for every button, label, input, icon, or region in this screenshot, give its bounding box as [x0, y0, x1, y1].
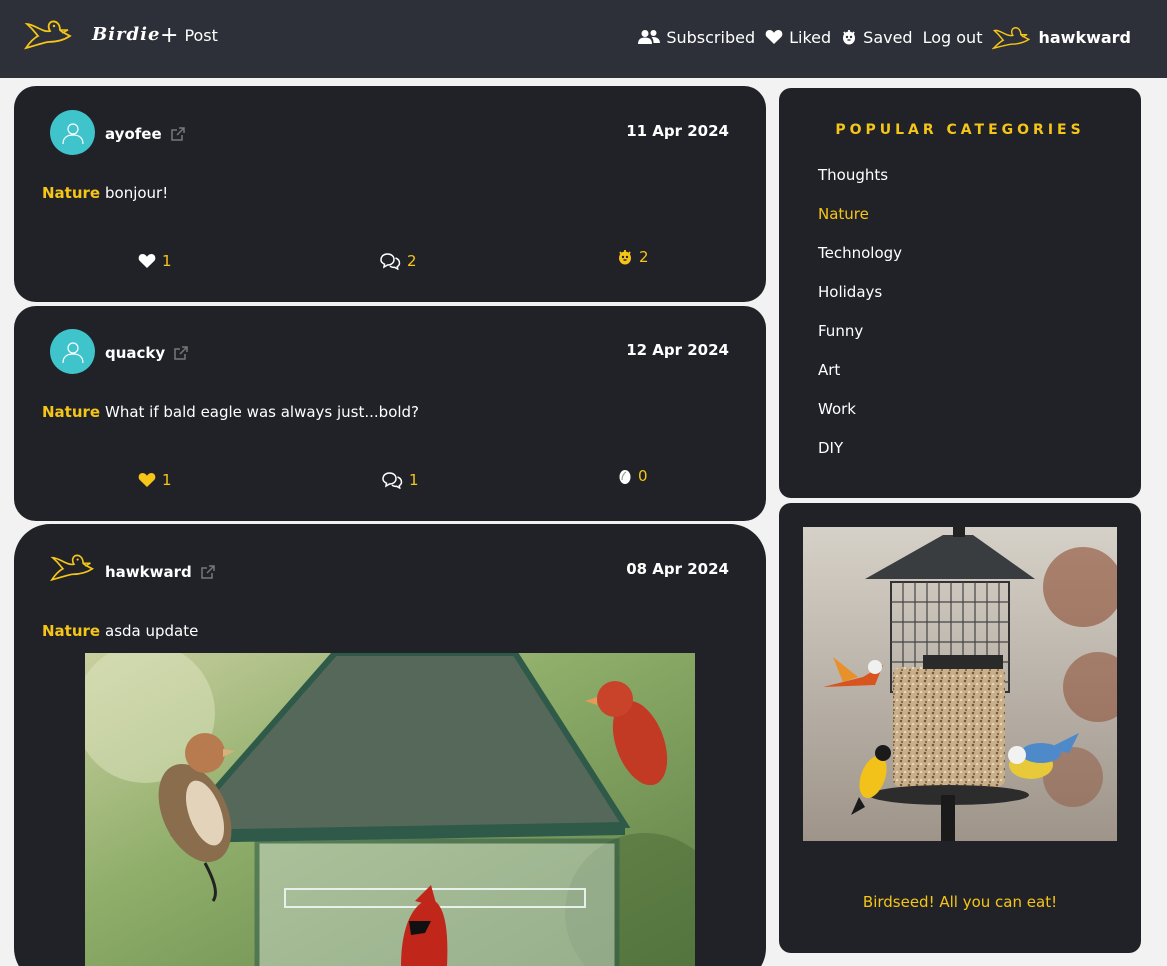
- avatar[interactable]: [50, 110, 95, 155]
- author-name: quacky: [105, 344, 166, 362]
- post-text[interactable]: asda update: [105, 622, 198, 640]
- like-count: 1: [162, 471, 172, 489]
- post-card: quacky 12 Apr 2024 Nature What if bald e…: [14, 306, 766, 521]
- logout-link[interactable]: Log out: [923, 28, 983, 47]
- post-text[interactable]: What if bald eagle was always just...bol…: [105, 403, 419, 421]
- heart-icon: [138, 254, 156, 268]
- top-navbar: Birdie + Post Subscribed Liked Saved Log…: [0, 0, 1167, 78]
- post-author[interactable]: quacky: [105, 344, 189, 362]
- external-link-icon: [174, 346, 188, 360]
- post-card: hawkward 08 Apr 2024 Nature asda update: [14, 524, 766, 966]
- comment-count: 2: [407, 252, 417, 270]
- save-button[interactable]: 0: [618, 467, 648, 485]
- category-item[interactable]: Art: [818, 359, 902, 398]
- comments-icon: [380, 253, 401, 270]
- comment-count: 1: [409, 471, 419, 489]
- post-category[interactable]: Nature: [42, 622, 100, 640]
- category-item[interactable]: Technology: [818, 242, 902, 281]
- avatar[interactable]: [50, 329, 95, 374]
- user-duck-avatar-icon: [992, 27, 1031, 50]
- save-count: 2: [639, 248, 649, 266]
- egg-icon: [619, 470, 631, 484]
- category-item[interactable]: DIY: [818, 437, 902, 476]
- current-username: hawkward: [1038, 27, 1131, 47]
- category-item[interactable]: Funny: [818, 320, 902, 359]
- users-icon: [638, 30, 661, 44]
- post-category[interactable]: Nature: [42, 403, 100, 421]
- liked-link[interactable]: Liked: [765, 28, 831, 47]
- duck-logo-icon: [24, 20, 72, 50]
- like-button[interactable]: 1: [138, 252, 172, 270]
- subscribed-link[interactable]: Subscribed: [638, 28, 755, 47]
- saved-label: Saved: [863, 27, 913, 47]
- comment-button[interactable]: 2: [379, 252, 417, 270]
- liked-label: Liked: [789, 27, 832, 47]
- plus-icon: +: [160, 22, 179, 48]
- subscribed-label: Subscribed: [666, 27, 756, 47]
- author-name: ayofee: [105, 125, 162, 143]
- bird-saved-icon: [619, 250, 631, 265]
- new-post-link[interactable]: + Post: [160, 22, 218, 48]
- post-date: 11 Apr 2024: [626, 122, 729, 140]
- duck-avatar-icon: [50, 554, 94, 582]
- user-silhouette-icon: [61, 122, 84, 144]
- post-author[interactable]: hawkward: [105, 563, 216, 581]
- heart-filled-icon: [138, 473, 156, 487]
- post-image[interactable]: [85, 653, 695, 966]
- advert-image[interactable]: [803, 527, 1117, 841]
- advert-caption[interactable]: Birdseed! All you can eat!: [779, 893, 1141, 911]
- post-label: Post: [184, 26, 218, 45]
- bird-feeder-photo: [85, 653, 695, 966]
- post-author[interactable]: ayofee: [105, 125, 186, 143]
- like-button[interactable]: 1: [138, 471, 172, 489]
- post-card: ayofee 11 Apr 2024 Nature bonjour! 1 2 2: [14, 86, 766, 302]
- post-date: 12 Apr 2024: [626, 341, 729, 359]
- bird-saved-icon: [843, 30, 856, 45]
- popular-categories-panel: POPULAR CATEGORIES Thoughts Nature Techn…: [779, 88, 1141, 498]
- post-text[interactable]: bonjour!: [105, 184, 168, 202]
- category-item[interactable]: Holidays: [818, 281, 902, 320]
- category-item[interactable]: Nature: [818, 203, 902, 242]
- categories-heading: POPULAR CATEGORIES: [835, 122, 1085, 138]
- heart-icon: [765, 30, 783, 44]
- save-button[interactable]: 2: [617, 248, 649, 266]
- saved-link[interactable]: Saved: [841, 27, 913, 47]
- category-item[interactable]: Thoughts: [818, 164, 902, 203]
- like-count: 1: [162, 252, 172, 270]
- post-date: 08 Apr 2024: [626, 560, 729, 578]
- comment-button[interactable]: 1: [381, 471, 419, 489]
- user-profile-link[interactable]: hawkward: [992, 24, 1131, 50]
- birdseed-feeder-photo: [803, 527, 1117, 841]
- author-name: hawkward: [105, 563, 192, 581]
- save-count: 0: [638, 467, 648, 485]
- post-category[interactable]: Nature: [42, 184, 100, 202]
- external-link-icon: [170, 127, 185, 141]
- brand-name[interactable]: Birdie: [92, 24, 160, 45]
- avatar[interactable]: [50, 550, 96, 582]
- comments-icon: [382, 472, 403, 489]
- nav-links: Subscribed Liked Saved Log out hawkward: [638, 24, 1131, 50]
- brand-logo[interactable]: [24, 16, 74, 52]
- external-link-icon: [201, 565, 215, 579]
- user-silhouette-icon: [61, 341, 84, 363]
- advert-panel: Birdseed! All you can eat!: [779, 503, 1141, 953]
- category-list: Thoughts Nature Technology Holidays Funn…: [818, 164, 902, 476]
- category-item[interactable]: Work: [818, 398, 902, 437]
